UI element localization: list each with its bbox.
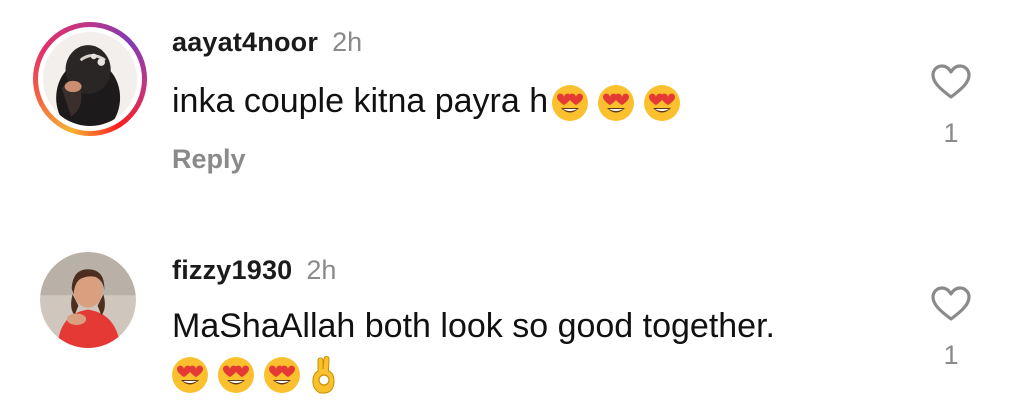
comment-username[interactable]: aayat4noor <box>172 27 318 58</box>
heart-eyes-emoji <box>262 355 302 395</box>
like-count: 1 <box>943 340 959 370</box>
comment-text-body: inka couple kitna payra h <box>172 82 549 120</box>
like-control: 1 <box>929 64 973 149</box>
comment-timestamp: 2h <box>306 255 337 285</box>
avatar <box>43 32 137 126</box>
comment-text-body: MaShaAllah both look so good together. <box>172 307 775 345</box>
comment-emoji-row <box>170 350 346 396</box>
comment-username[interactable]: fizzy1930 <box>172 255 292 286</box>
like-count: 1 <box>943 118 959 148</box>
like-control: 1 <box>929 286 973 371</box>
ok-hand-emoji <box>308 355 340 395</box>
avatar[interactable] <box>40 252 136 348</box>
heart-eyes-emoji <box>170 355 210 395</box>
comment-item: fizzy1930 2h MaShaAllah both look so goo… <box>0 230 1024 413</box>
heart-eyes-emoji <box>642 83 682 123</box>
heart-eyes-emoji <box>550 83 590 123</box>
comment-item: aayat4noor 2h inka couple kitna payra h … <box>0 0 1024 200</box>
comment-text: inka couple kitna payra h <box>172 78 688 124</box>
avatar-story-ring[interactable] <box>33 22 147 136</box>
heart-eyes-emoji <box>216 355 256 395</box>
reply-button[interactable]: Reply <box>172 144 246 175</box>
comment-timestamp: 2h <box>332 27 363 57</box>
heart-outline-icon[interactable] <box>929 64 973 100</box>
heart-eyes-emoji <box>596 83 636 123</box>
comment-text: MaShaAllah both look so good together. <box>172 303 775 349</box>
heart-outline-icon[interactable] <box>929 286 973 322</box>
